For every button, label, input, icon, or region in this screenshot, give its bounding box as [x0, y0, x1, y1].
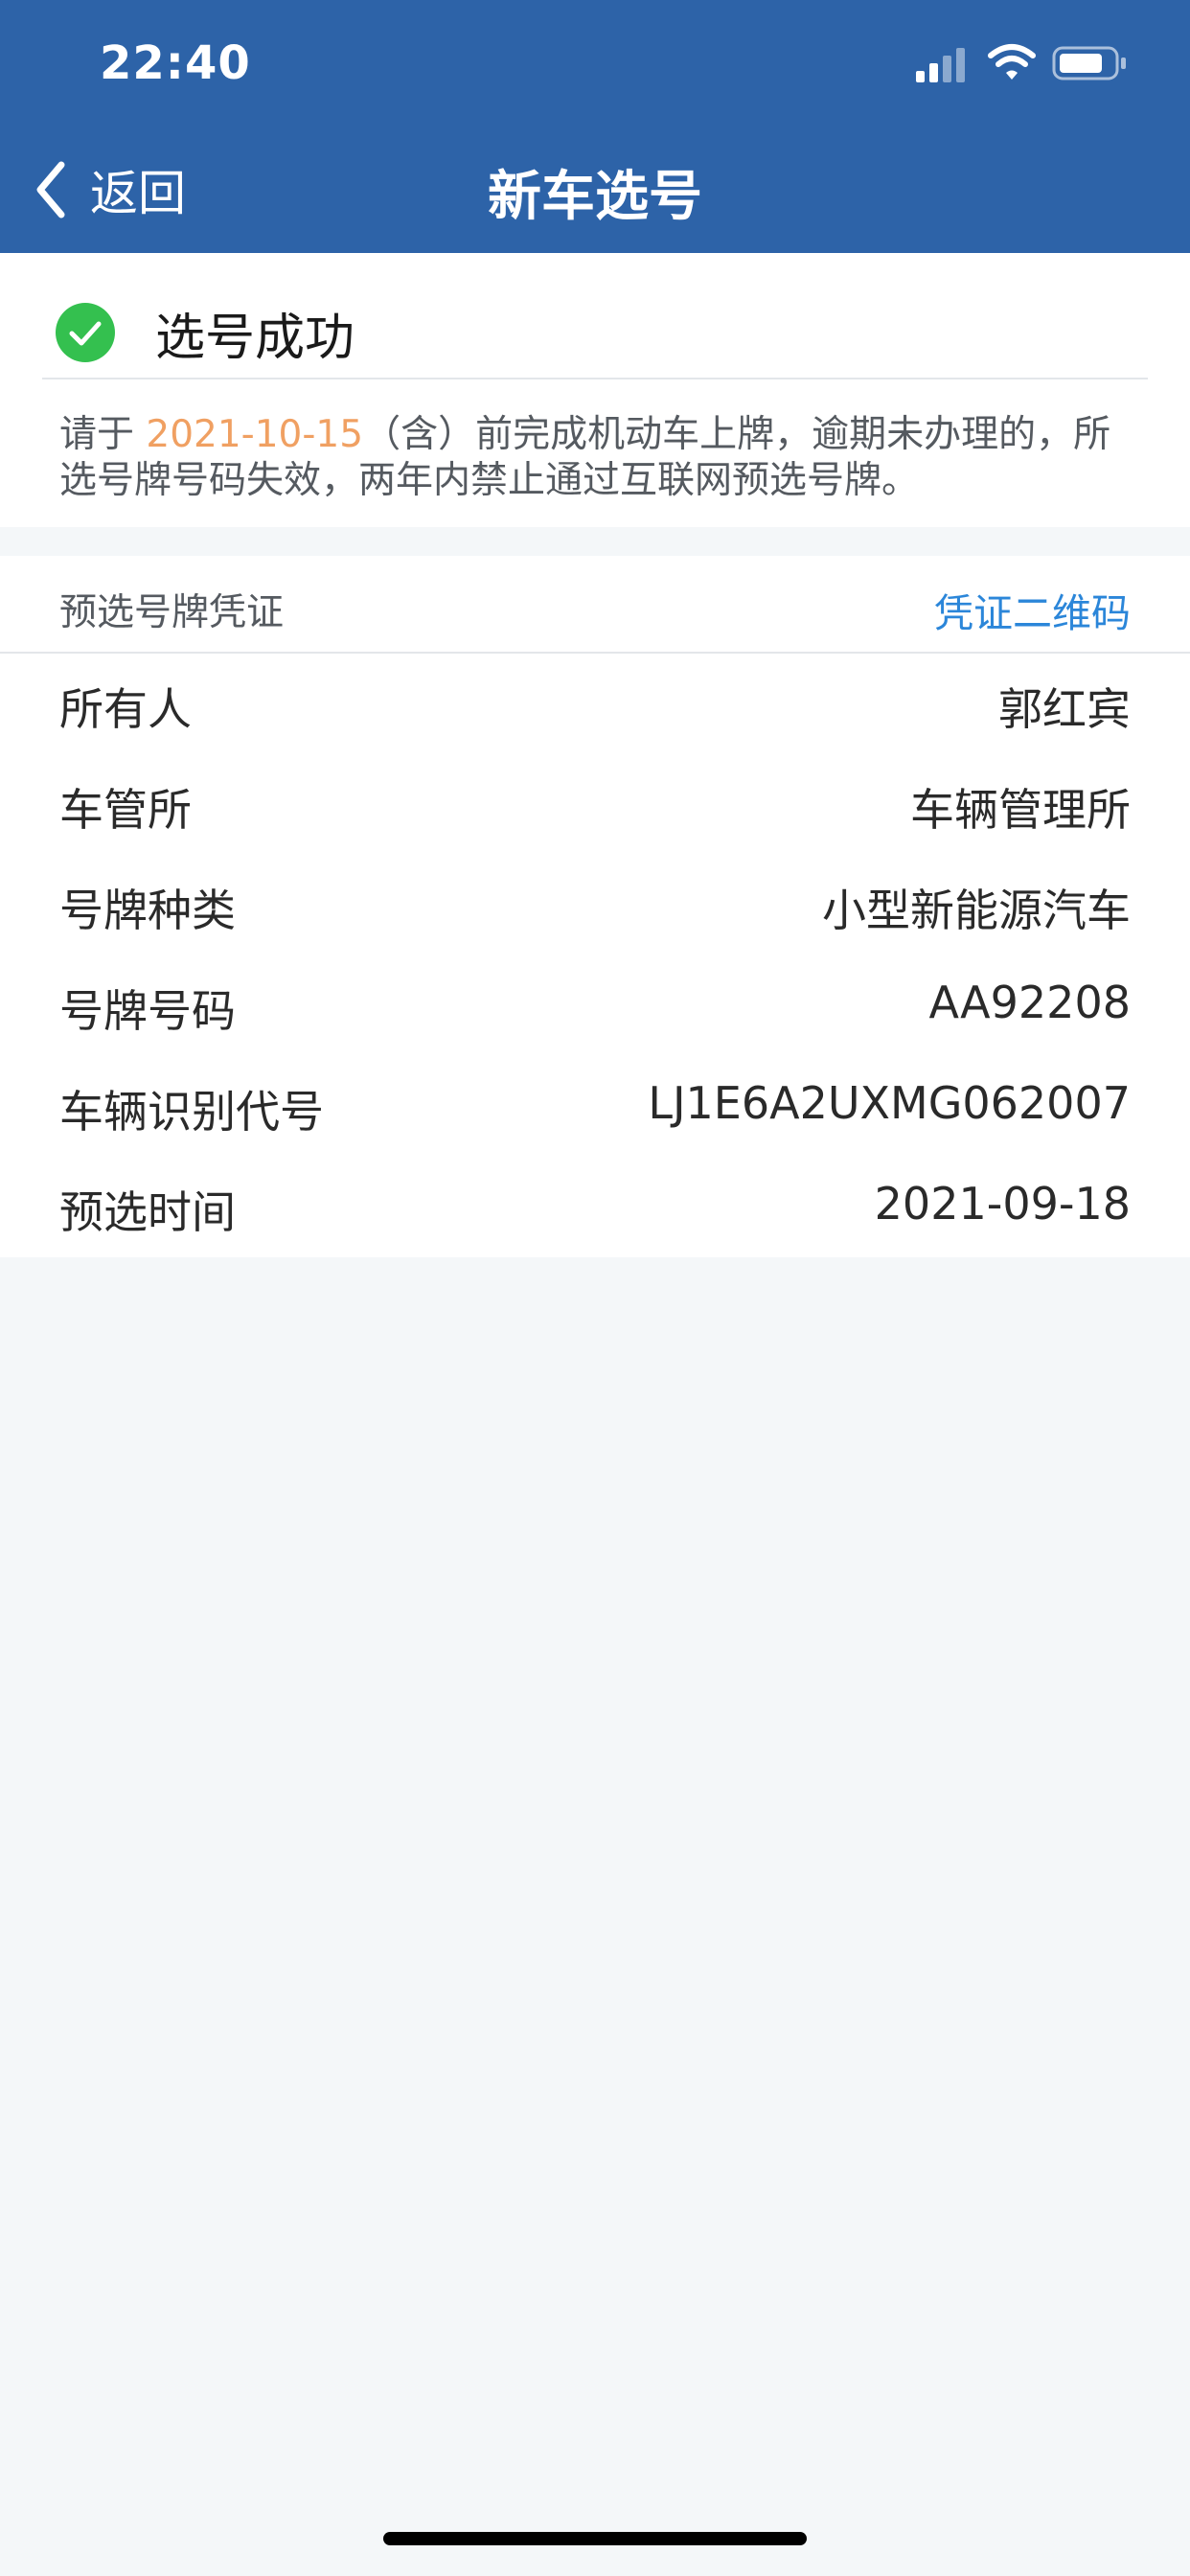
detail-row-owner: 所有人 郭红宾	[0, 654, 1190, 754]
detail-value: LJ1E6A2UXMG062007	[648, 1077, 1131, 1129]
voucher-section-header: 预选号牌凭证 凭证二维码	[0, 556, 1190, 654]
divider	[42, 378, 1148, 380]
detail-row-plate-type: 号牌种类 小型新能源汽车	[0, 855, 1190, 955]
detail-value: AA92208	[928, 977, 1131, 1028]
detail-row-vin: 车辆识别代号 LJ1E6A2UXMG062007	[0, 1056, 1190, 1157]
detail-value: 车辆管理所	[910, 784, 1131, 836]
detail-row-office: 车管所 车辆管理所	[0, 754, 1190, 855]
notice-prefix: 请于	[59, 413, 147, 456]
detail-value: 小型新能源汽车	[822, 885, 1131, 936]
battery-icon	[1052, 46, 1126, 80]
detail-label: 预选时间	[59, 1186, 236, 1238]
success-status: 选号成功	[56, 289, 355, 376]
detail-value: 郭红宾	[998, 683, 1131, 735]
detail-label: 车管所	[59, 784, 192, 836]
deadline-notice: 请于 2021-10-15（含）前完成机动车上牌，逾期未办理的，所选号牌号码失效…	[59, 412, 1131, 504]
success-text: 选号成功	[155, 309, 355, 367]
detail-row-plate-number: 号牌号码 AA92208	[0, 955, 1190, 1056]
status-time: 22:40	[100, 36, 251, 90]
detail-row-select-time: 预选时间 2021-09-18	[0, 1157, 1190, 1257]
detail-label: 车辆识别代号	[59, 1086, 324, 1138]
voucher-details: 预选号牌凭证 凭证二维码 所有人 郭红宾 车管所 车辆管理所 号牌种类 小型新能…	[0, 556, 1190, 1257]
detail-label: 号牌号码	[59, 985, 236, 1037]
success-card: 选号成功 请于 2021-10-15（含）前完成机动车上牌，逾期未办理的，所选号…	[0, 253, 1190, 527]
deadline-date: 2021-10-15	[146, 413, 364, 456]
app-header: 22:40 返回 新车选号	[0, 0, 1190, 253]
page-title: 新车选号	[488, 166, 702, 228]
home-indicator[interactable]	[383, 2532, 807, 2545]
signal-icon	[916, 48, 965, 82]
qr-code-link[interactable]: 凭证二维码	[934, 581, 1131, 638]
detail-label: 号牌种类	[59, 885, 236, 936]
section-title: 预选号牌凭证	[59, 591, 285, 634]
check-circle-icon	[56, 303, 115, 362]
wifi-icon	[988, 44, 1036, 80]
detail-label: 所有人	[59, 683, 192, 735]
detail-value: 2021-09-18	[874, 1178, 1131, 1230]
